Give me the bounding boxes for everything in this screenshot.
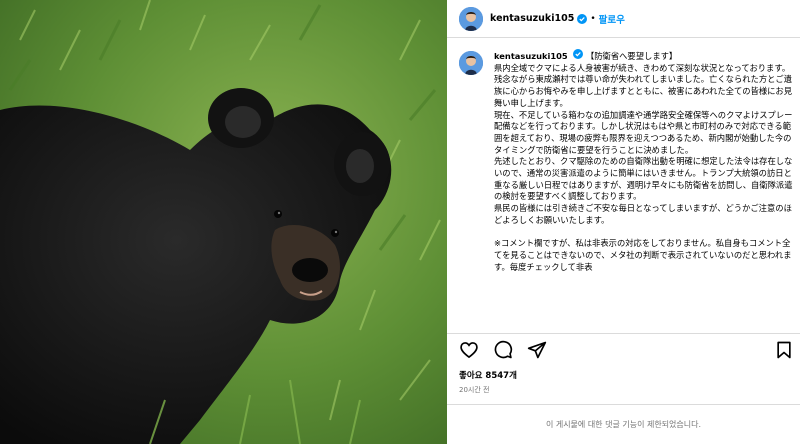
comments-disabled-notice: 이 게시물에 대한 댓글 기능이 제한되었습니다. — [545, 420, 702, 429]
bookmark-icon[interactable] — [774, 340, 794, 360]
caption-note: ※コメント欄ですが、私は非表示の対応をしておりません。私自身もコメント全てを見る… — [494, 238, 792, 272]
post-timestamp[interactable]: 20시간 전 — [459, 385, 489, 395]
action-bar — [459, 339, 794, 361]
caption-heading: 【防衛省へ要望します】 — [585, 51, 678, 61]
caption-paragraph: 現在、不足している箱わなの追加調達や通学路安全確保等へのクマよけスプレー配備など… — [494, 109, 793, 155]
separator-dot: • — [590, 13, 596, 24]
comment-icon[interactable] — [493, 340, 513, 360]
caption-paragraph: 先述したとおり、クマ駆除のための自衛隊出動を明確に想定した法令は存在しないので、… — [494, 156, 793, 202]
caption-avatar[interactable] — [459, 51, 483, 75]
caption: kentasuzuki105 【防衛省へ要望します】 県内全域でクマによる人身被… — [459, 49, 794, 331]
verified-badge-icon — [573, 49, 584, 59]
like-count[interactable]: 좋아요 8547개 — [459, 369, 517, 381]
share-icon[interactable] — [527, 340, 547, 360]
black-bear-photo — [0, 0, 447, 444]
follow-button[interactable]: 팔로우 — [599, 12, 625, 26]
caption-username[interactable]: kentasuzuki105 — [494, 51, 568, 61]
post-header: kentasuzuki105 • 팔로우 — [447, 0, 800, 38]
caption-paragraph: 県内全域でクマによる人身被害が続き、きわめて深刻な状況となっております。 — [494, 62, 791, 73]
caption-text: kentasuzuki105 【防衛省へ要望します】 県内全域でクマによる人身被… — [494, 49, 794, 331]
post-image[interactable] — [0, 0, 447, 444]
caption-paragraph: 県民の皆様には引き続きご不安な毎日となってしまいますが、どうかご注意のほどよろし… — [494, 203, 792, 225]
avatar[interactable] — [459, 6, 483, 31]
post-detail-panel: kentasuzuki105 • 팔로우 kentasuzuki105 【防衛省… — [447, 0, 800, 444]
username-link[interactable]: kentasuzuki105 — [490, 13, 574, 24]
verified-badge-icon — [577, 13, 588, 24]
caption-paragraph: 残念ながら東成瀬村では尊い命が失われてしまいました。亡くなられた方とご遺族に心か… — [494, 74, 793, 108]
divider — [447, 333, 800, 334]
heart-icon[interactable] — [459, 340, 479, 360]
